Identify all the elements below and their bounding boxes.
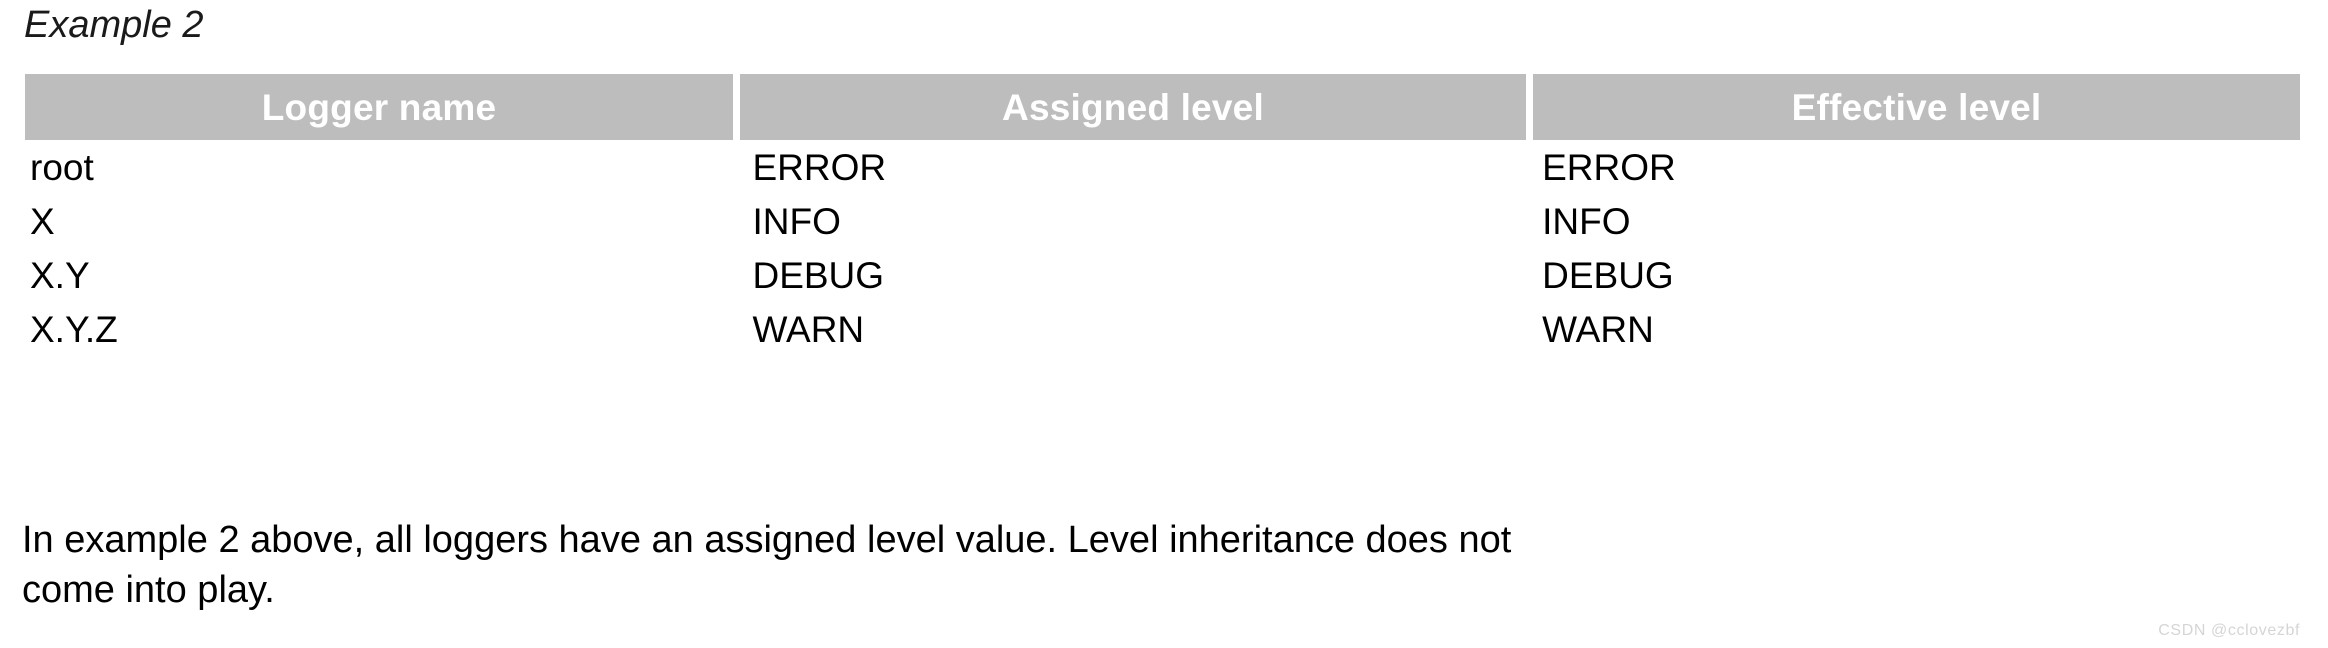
cell-assigned-level: INFO <box>752 200 841 242</box>
cell-assigned-level: DEBUG <box>752 254 885 296</box>
cell-effective-level: INFO <box>1542 200 1631 242</box>
logger-level-table: Logger name Assigned level Effective lev… <box>25 74 2300 356</box>
explanation-paragraph: In example 2 above, all loggers have an … <box>22 515 2312 615</box>
cell-effective-level: DEBUG <box>1542 254 1674 296</box>
table-row: X INFO INFO <box>25 194 2300 248</box>
table-body: root ERROR ERROR X INFO INFO X.Y DEBUG D… <box>25 140 2300 356</box>
cell-assigned-level: ERROR <box>752 146 887 188</box>
column-header-logger-name: Logger name <box>25 74 733 140</box>
cell-effective-level: WARN <box>1542 308 1654 350</box>
page-title: Example 2 <box>24 4 204 46</box>
cell-logger-name: X <box>30 200 55 242</box>
table-row: root ERROR ERROR <box>25 140 2300 194</box>
paragraph-line-2: come into play. <box>22 569 275 611</box>
cell-logger-name: X.Y.Z <box>30 308 118 350</box>
column-header-assigned-level: Assigned level <box>740 74 1526 140</box>
cell-effective-level: ERROR <box>1542 146 1676 188</box>
cell-logger-name: X.Y <box>30 254 90 296</box>
column-header-effective-level: Effective level <box>1533 74 2300 140</box>
cell-assigned-level: WARN <box>752 308 865 350</box>
table-header-row: Logger name Assigned level Effective lev… <box>25 74 2300 140</box>
paragraph-line-1: In example 2 above, all loggers have an … <box>22 519 1512 561</box>
watermark: CSDN @cclovezbf <box>2158 622 2300 639</box>
table-row: X.Y DEBUG DEBUG <box>25 248 2300 302</box>
cell-logger-name: root <box>30 146 94 188</box>
table-row: X.Y.Z WARN WARN <box>25 302 2300 356</box>
